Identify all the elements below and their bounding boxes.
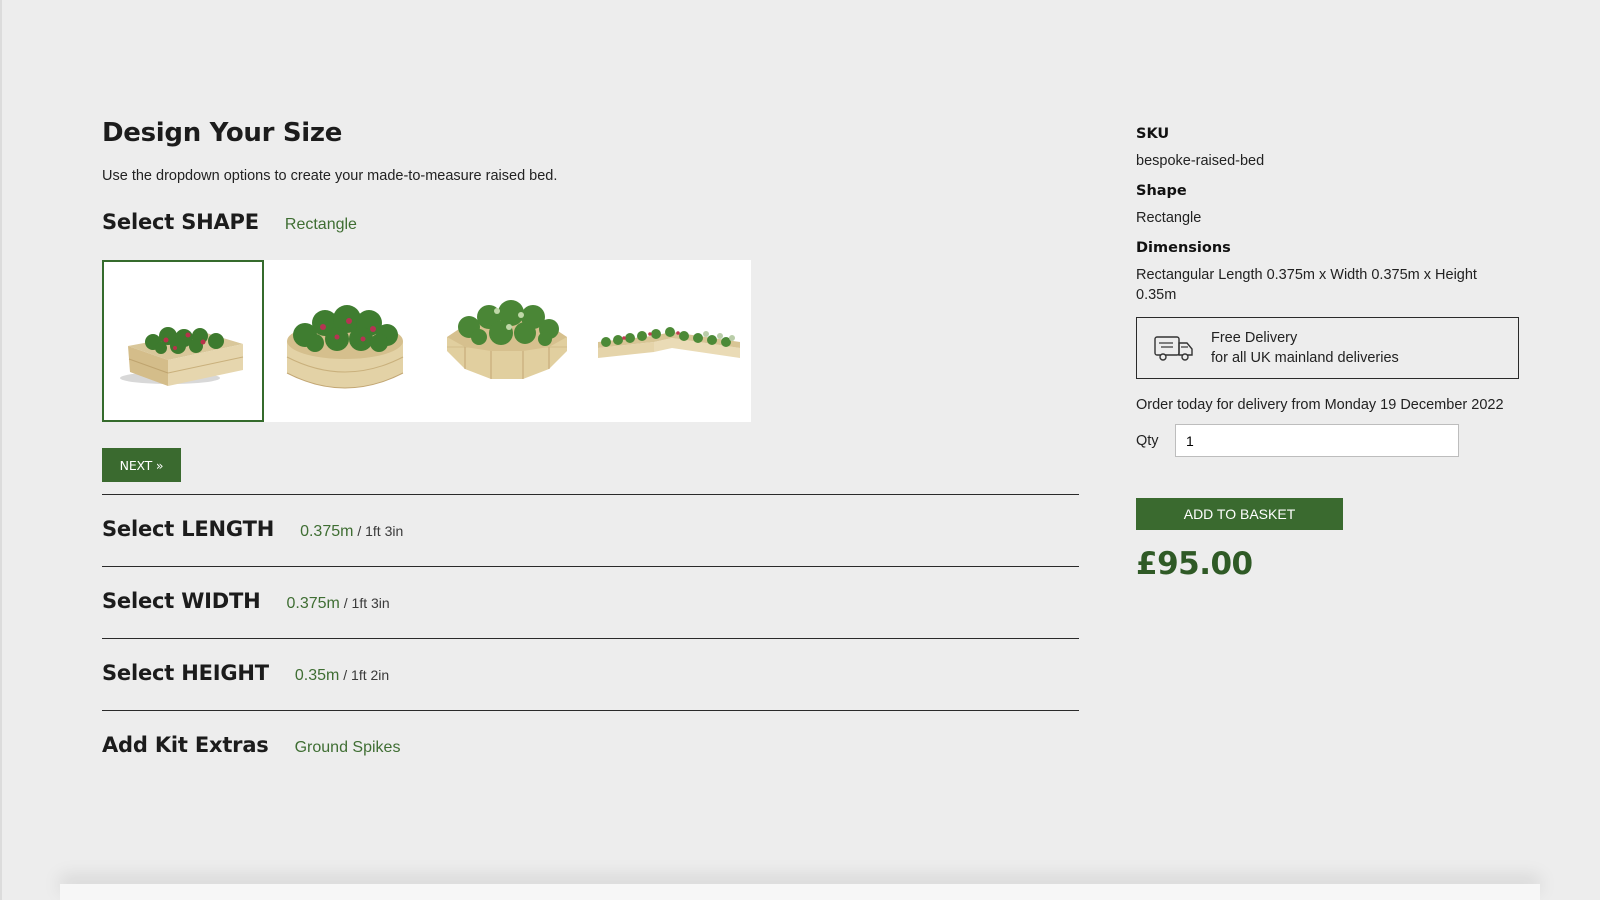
width-section[interactable]: Select WIDTH 0.375m / 1ft 3in	[102, 566, 1079, 638]
dimensions-value: Rectangular Length 0.375m x Width 0.375m…	[1136, 267, 1477, 303]
qty-label: Qty	[1136, 432, 1159, 449]
delivery-info-box: Free Delivery for all UK mainland delive…	[1136, 317, 1519, 379]
page-title: Design Your Size	[102, 118, 343, 148]
product-summary: SKU bespoke-raised-bed Shape Rectangle D…	[1136, 126, 1520, 582]
delivery-line-2: for all UK mainland deliveries	[1211, 350, 1399, 366]
round-bed-image	[286, 305, 404, 389]
shape-value: Rectangle	[1136, 210, 1202, 226]
length-section[interactable]: Select LENGTH 0.375m / 1ft 3in	[102, 494, 1079, 566]
shape-option-rectangle[interactable]	[102, 260, 264, 422]
page-edge	[0, 0, 2, 900]
configurator: Design Your Size Use the dropdown option…	[102, 118, 1079, 782]
intro-text: Use the dropdown options to create your …	[102, 168, 558, 184]
dimensions-label: Dimensions	[1136, 240, 1231, 256]
shape-option-octagonal[interactable]	[426, 260, 588, 422]
kit-extras-section-title: Add Kit Extras	[102, 733, 269, 757]
shape-section-header[interactable]: Select SHAPE Rectangle	[102, 210, 1079, 234]
qty-input[interactable]	[1175, 424, 1459, 457]
price: £95.00	[1136, 546, 1253, 582]
width-section-title: Select WIDTH	[102, 589, 261, 613]
kit-extras-section[interactable]: Add Kit Extras Ground Spikes	[102, 710, 1079, 782]
shape-gallery	[102, 260, 751, 422]
shape-selected-value: Rectangle	[284, 216, 357, 233]
length-section-title: Select LENGTH	[102, 517, 275, 541]
length-value: 0.375m / 1ft 3in	[300, 523, 404, 540]
shape-option-l-shape[interactable]	[588, 260, 750, 422]
height-value: 0.35m / 1ft 2in	[294, 667, 390, 684]
truck-icon	[1154, 336, 1193, 361]
delivery-line-1: Free Delivery	[1211, 330, 1298, 346]
delivery-text: Free Delivery for all UK mainland delive…	[1211, 328, 1399, 368]
kit-extras-value: Ground Spikes	[294, 739, 401, 756]
l-shape-bed-image	[598, 327, 740, 358]
sku-label: SKU	[1136, 126, 1170, 142]
footer-edge	[60, 884, 1540, 900]
sku-value: bespoke-raised-bed	[1136, 153, 1265, 169]
quantity-row: Qty	[1136, 424, 1520, 457]
shape-section-title: Select SHAPE	[102, 210, 259, 234]
octagonal-bed-image	[447, 300, 567, 379]
add-to-basket-button[interactable]: ADD TO BASKET	[1136, 498, 1343, 530]
width-value: 0.375m / 1ft 3in	[286, 595, 390, 612]
shape-option-round[interactable]	[264, 260, 426, 422]
height-section[interactable]: Select HEIGHT 0.35m / 1ft 2in	[102, 638, 1079, 710]
next-button[interactable]: NEXT »	[102, 448, 181, 482]
rectangle-bed-image	[120, 327, 244, 386]
delivery-date-note: Order today for delivery from Monday 19 …	[1136, 397, 1504, 413]
shape-label: Shape	[1136, 183, 1187, 199]
height-section-title: Select HEIGHT	[102, 661, 269, 685]
